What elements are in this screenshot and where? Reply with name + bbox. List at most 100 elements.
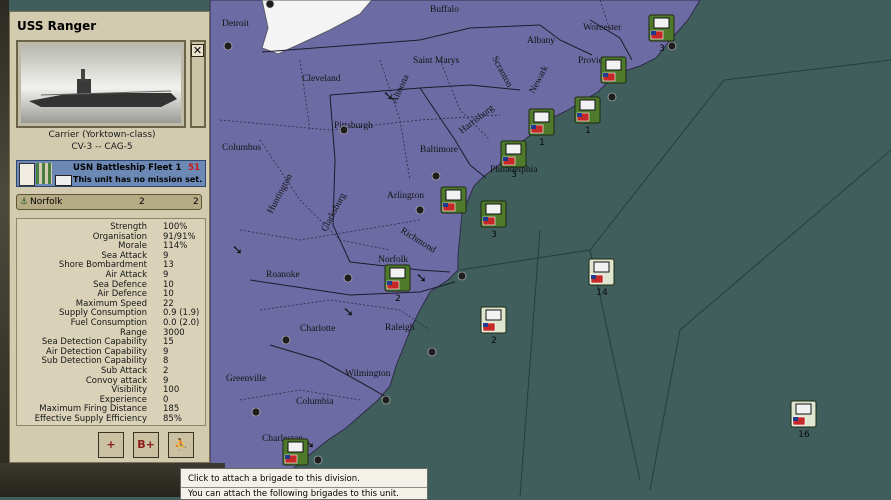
fleet-strength-bars (36, 163, 52, 184)
city-label-baltimore: Baltimore (420, 145, 458, 155)
tooltip: Click to attach a brigade to this divisi… (180, 468, 428, 500)
city-label-arlington: Arlington (387, 191, 424, 201)
infantry-symbol-icon (579, 99, 596, 111)
unit-counter-number: 3 (511, 170, 517, 180)
stat-value: 100 (163, 385, 180, 396)
city-label-raleigh: Raleigh (385, 323, 415, 333)
stat-label: Visibility (111, 385, 147, 396)
stat-row: Sea Defence 10 (17, 280, 207, 290)
close-icon[interactable]: ✕ (191, 44, 204, 57)
stat-label: Experience (99, 394, 147, 405)
stat-value: 91/91% (163, 231, 196, 242)
unit-counter-number: 3 (491, 230, 497, 240)
arrow-icon: ➘ (232, 243, 243, 258)
city-label-saint-marys: Saint Marys (413, 56, 459, 66)
stat-label: Convoy attack (85, 375, 147, 386)
unit-counter-infantry-nj[interactable]: 1 (528, 108, 556, 148)
unit-counter-armor-va[interactable]: 3 (480, 200, 508, 240)
stat-value: 9 (163, 250, 169, 261)
stat-label: Sea Defence (93, 279, 147, 290)
city-label-columbus: Columbus (222, 143, 261, 153)
fleet-type-icon (55, 175, 72, 186)
tooltip-divider (181, 487, 427, 488)
attach-brigade-button[interactable]: + (98, 432, 124, 458)
fleet-row[interactable]: USN Battleship Fleet 1 51 This unit has … (16, 160, 206, 187)
city-label-detroit: Detroit (222, 19, 249, 29)
stat-row: Strength 100% (17, 222, 207, 232)
city-label-worcester: Worcester (583, 23, 622, 33)
stat-row: Visibility 100 (17, 385, 207, 395)
stat-label: Air Defence (97, 289, 147, 300)
tooltip-line-1: Click to attach a brigade to this divisi… (188, 474, 360, 484)
stat-value: 9 (163, 375, 169, 386)
infantry-symbol-icon (445, 189, 462, 201)
stat-value: 9 (163, 346, 169, 357)
stat-row: Air Attack 9 (17, 270, 207, 280)
stat-value: 185 (163, 404, 180, 415)
stat-value: 100% (163, 222, 188, 232)
unit-counter-number: 3 (659, 44, 665, 54)
unit-counter-number: 2 (491, 336, 497, 346)
stat-row: Morale 114% (17, 241, 207, 251)
stat-value: 0 (163, 394, 169, 405)
stat-row: Convoy attack 9 (17, 376, 207, 386)
unit-counter-fleet-atlantic[interactable]: 14 (588, 258, 616, 298)
location-row[interactable]: ⚓ Norfolk 2 2 (16, 194, 202, 210)
stat-row: Organisation 91/91% (17, 232, 207, 242)
stat-label: Maximum Firing Distance (39, 404, 147, 415)
stat-value: 0.9 (1.9) (163, 308, 200, 319)
unit-stats-table: Strength 100% Organisation 91/91% Morale 114%… (16, 218, 206, 426)
stat-row: Shore Bombardment 13 (17, 260, 207, 270)
location-value-a: 2 (139, 197, 145, 207)
HQ-symbol-icon (605, 59, 622, 71)
unit-counter-infantry-nc[interactable]: 2 (384, 264, 412, 304)
left-scroll-strip[interactable] (0, 0, 9, 497)
unit-counter-fleet-norfolk[interactable]: 2 (480, 306, 508, 346)
stat-value: 10 (163, 279, 174, 290)
fleet-number: 51 (188, 163, 200, 173)
fleet-mission-status: This unit has no mission set. (73, 175, 203, 184)
stat-row: Experience 0 (17, 395, 207, 405)
location-value-b: 2 (193, 197, 199, 207)
armor-symbol-icon (485, 203, 502, 215)
unit-counter-armor-de[interactable]: 3 (500, 140, 528, 180)
fleet-symbol-icon (795, 403, 812, 415)
stat-label: Fuel Consumption (70, 318, 147, 328)
stat-value: 2 (163, 366, 169, 376)
stat-value: 8 (163, 356, 169, 367)
fleet-symbol-icon (485, 309, 502, 321)
fleet-name: USN Battleship Fleet 1 (73, 163, 182, 173)
detach-units-button[interactable]: ⛹ (168, 432, 194, 458)
unit-counter-hq-providence[interactable] (600, 56, 628, 96)
city-label-wilmington: Wilmington (345, 369, 391, 379)
unit-counter-number: 2 (395, 294, 401, 304)
unit-counter-number: 14 (596, 288, 608, 298)
unit-counter-infantry-ri[interactable]: 1 (574, 96, 602, 136)
stat-row: Maximum Speed 22 (17, 299, 207, 309)
city-label-charlotte: Charlotte (300, 324, 335, 334)
unit-counter-fleet-east[interactable]: 16 (790, 400, 818, 440)
stat-row: Fuel Consumption 0.0 (2.0) (17, 318, 207, 328)
ship-photo (21, 45, 181, 123)
stat-value: 10 (163, 289, 174, 300)
stat-label: Sea Detection Capability (41, 337, 147, 348)
stat-label: Sea Attack (101, 250, 147, 261)
infantry-symbol-icon (533, 111, 550, 123)
stat-row: Sea Detection Capability 15 (17, 337, 207, 347)
location-name: Norfolk (30, 197, 63, 207)
commander-portrait[interactable] (19, 163, 35, 186)
unit-counter-infantry-va[interactable] (440, 186, 468, 226)
stat-value: 9 (163, 270, 169, 280)
stat-label: Sub Attack (100, 366, 147, 376)
tooltip-line-2: You can attach the following brigades to… (188, 489, 399, 499)
city-label-columbia: Columbia (296, 397, 334, 407)
city-label-cleveland: Cleveland (302, 74, 341, 84)
carrier-silhouette-icon (29, 69, 177, 107)
unit-counter-hq-boston[interactable]: 3 (648, 14, 676, 54)
brigade-add-button[interactable]: B+ (133, 432, 159, 458)
stat-label: Range (120, 327, 147, 338)
stat-row: Effective Supply Efficiency 85% (17, 414, 207, 424)
unit-photo-frame (16, 40, 186, 128)
stat-label: Morale (118, 241, 147, 252)
ship-designation-label: CV-3 -- CAG-5 (71, 142, 133, 152)
